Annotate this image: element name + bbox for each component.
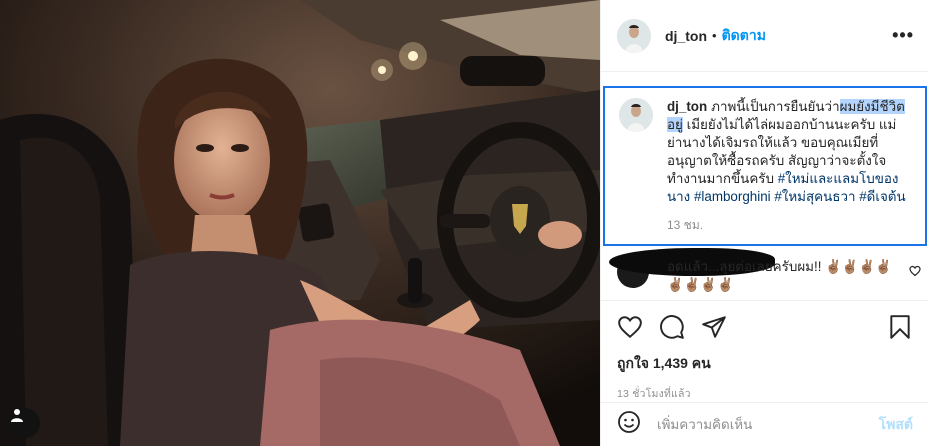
heart-icon (909, 265, 921, 277)
comment-item: อดแล้ว...ลุยต่อเลยครับผม!! ✌🏽✌🏽✌🏽✌🏽✌🏽✌🏽✌… (609, 248, 921, 296)
comment-button[interactable] (659, 314, 685, 340)
post-header: dj_ton • ติดตาม ••• (601, 0, 928, 72)
emoji-button[interactable] (617, 410, 641, 439)
post-side-panel: dj_ton • ติดตาม ••• dj_ton ภาพนี้เป็นการย… (600, 0, 928, 446)
caption-time: 13 ชม. (667, 218, 704, 232)
more-options-button[interactable]: ••• (892, 25, 914, 46)
post-timestamp[interactable]: 13 ชั่วโมงที่แล้ว (617, 385, 913, 402)
hashtag-link[interactable]: #lamborghini (694, 189, 771, 204)
instagram-post-view: dj_ton • ติดตาม ••• dj_ton ภาพนี้เป็นการย… (0, 0, 928, 446)
separator-dot: • (712, 28, 717, 43)
profile-photo-icon (619, 98, 653, 132)
hashtag-link[interactable]: #ดีเจต้น (859, 189, 905, 204)
comment-input[interactable]: เพิ่มความคิดเห็น (657, 414, 752, 435)
add-comment-bar: เพิ่มความคิดเห็น โพสต์ (601, 402, 928, 446)
emoji-icon (618, 411, 640, 433)
save-button[interactable] (887, 314, 913, 340)
like-comment-button[interactable] (909, 264, 921, 282)
caption-text-before: ภาพนี้เป็นการยืนยันว่า (711, 99, 840, 114)
post-photo[interactable] (0, 0, 600, 446)
avatar[interactable] (619, 98, 653, 132)
post-username[interactable]: dj_ton (665, 28, 707, 44)
send-icon (702, 316, 726, 338)
post-comment-button[interactable]: โพสต์ (879, 414, 913, 436)
avatar[interactable] (617, 18, 651, 53)
likes-count[interactable]: ถูกใจ 1,439 คน (617, 353, 913, 375)
tag-people-button[interactable] (10, 408, 40, 438)
action-icons (617, 313, 913, 341)
caption-username[interactable]: dj_ton (667, 99, 707, 114)
share-button[interactable] (701, 314, 727, 340)
like-button[interactable] (617, 314, 643, 340)
comment-text: อดแล้ว...ลุยต่อเลยครับผม!! ✌🏽✌🏽✌🏽✌🏽✌🏽✌🏽✌… (667, 259, 892, 292)
bookmark-icon (890, 315, 910, 339)
car-interior-photo (0, 0, 600, 446)
heart-icon (618, 316, 642, 339)
profile-photo-icon (617, 18, 651, 53)
caption-text: dj_ton ภาพนี้เป็นการยืนยันว่าผมยังมีชีวิต… (667, 98, 919, 206)
user-icon (11, 409, 23, 422)
caption: dj_ton ภาพนี้เป็นการยืนยันว่าผมยังมีชีวิต… (603, 86, 927, 246)
hashtag-link[interactable]: #ใหม่สุคนธวา (774, 189, 855, 204)
follow-button[interactable]: ติดตาม (722, 25, 766, 47)
post-actions: ถูกใจ 1,439 คน 13 ชั่วโมงที่แล้ว (601, 300, 928, 402)
comment-icon (660, 315, 684, 339)
